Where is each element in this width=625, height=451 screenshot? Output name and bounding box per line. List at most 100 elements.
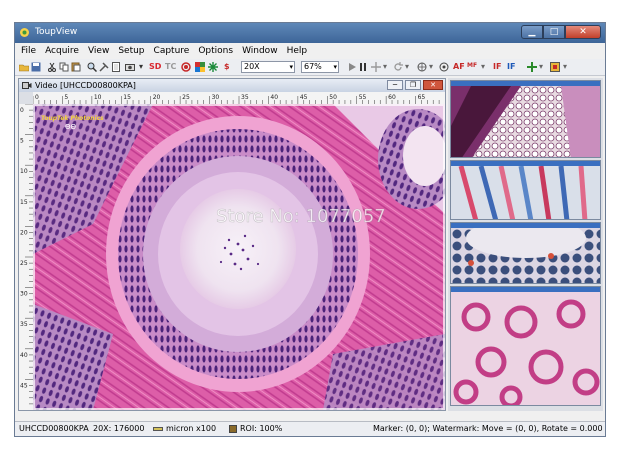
dropdown-arrow-1[interactable]: ▾ [139,62,143,71]
maximize-button[interactable]: □ [543,25,565,39]
ruler-top-label: 35 [241,94,249,101]
video-camera-icon [22,82,32,89]
video-close-button[interactable]: ✕ [423,80,443,90]
dropdown-arrow-7[interactable]: ▾ [563,62,567,71]
pause-icon[interactable] [358,62,368,72]
dropdown-arrow-5[interactable]: ▾ [481,62,485,71]
video-minimize-button[interactable]: ─ [387,80,403,90]
overlay-icon[interactable] [550,62,560,72]
thumbnail-panel [448,78,603,411]
af-button[interactable]: AF [453,62,465,71]
ruler-top-label: 30 [212,94,220,101]
thumbnail-4-image [451,292,600,405]
dropdown-arrow-6[interactable]: ▾ [539,62,543,71]
tc-button[interactable]: TC [165,62,176,71]
record-icon[interactable] [181,62,191,72]
thumbnail-4[interactable] [450,286,601,406]
video-title: Video [UHCCD00800KPA] [35,81,136,90]
status-scale: micron x100 [166,424,217,433]
rotate-icon[interactable] [393,62,403,72]
ruler-top-label: 5 [64,94,68,101]
roi-icon [229,425,237,433]
video-title-bar[interactable]: Video [UHCCD00800KPA] ─ ❐ ✕ [19,79,445,92]
thumbnail-3-image [451,228,600,283]
ruler-top-label: 20 [153,94,161,101]
play-icon[interactable] [347,62,357,72]
title-bar[interactable]: ToupView ▁ □ ✕ [15,23,605,43]
snapshot-icon[interactable] [125,62,135,72]
move-icon[interactable] [371,62,381,72]
target-icon[interactable] [417,62,427,72]
ruler-left-label: 45 [20,382,28,389]
ruler-left-label: 0 [20,107,24,114]
thumbnail-1[interactable] [450,80,601,158]
video-restore-button[interactable]: ❐ [405,80,421,90]
mf-button[interactable]: MF [467,62,477,69]
magnification-select[interactable]: 20X ▾ [241,61,295,73]
zoom-value: 67% [304,62,322,71]
minimize-button[interactable]: ▁ [521,25,543,39]
app-logo-icon [20,28,29,37]
menu-setup[interactable]: Setup [118,46,144,56]
window-title: ToupView [35,27,78,37]
dollar-button[interactable]: $ [224,62,230,71]
thumbnail-2[interactable] [450,160,601,220]
sd-button[interactable]: SD [149,62,161,71]
menu-bar: File Acquire View Setup Capture Options … [15,44,605,58]
measure-icon[interactable] [439,62,449,72]
menu-capture[interactable]: Capture [154,46,190,56]
open-folder-icon[interactable] [19,62,29,72]
ruler-top-label: 15 [123,94,131,101]
microscope-image[interactable]: Store No: 1077057 ToupTek Photonics ΘΘ [33,104,445,410]
ruler-left: 0 5 10 15 20 25 30 35 40 45 [19,104,34,410]
ruler-top-label: 40 [270,94,278,101]
ruler-left-label: 15 [20,199,28,206]
menu-acquire[interactable]: Acquire [45,46,79,56]
ruler-top-ticks: 0 5 10 15 20 25 30 35 40 45 50 55 60 65 [33,94,440,104]
ruler-top-label: 25 [182,94,190,101]
touptek-logo: ToupTek Photonics [41,115,104,122]
magnification-value: 20X [244,62,260,71]
close-button[interactable]: ✕ [565,25,601,39]
ruler-left-label: 40 [20,352,28,359]
menu-options[interactable]: Options [198,46,233,56]
zoom-select[interactable]: 67% ▾ [301,61,339,73]
toolbar: ▾ SD TC $ 20X ▾ 67% ▾ ▾ ▾ ▾ AF MF ▾ IF I… [15,59,605,76]
page-icon[interactable] [111,62,121,72]
ruler-top-label: 55 [359,94,367,101]
ruler-left-label: 5 [20,138,24,145]
zoom-icon[interactable] [87,62,97,72]
status-roi: ROI: 100% [240,424,283,433]
dropdown-arrow-4[interactable]: ▾ [429,62,433,71]
app-window: ToupView ▁ □ ✕ File Acquire View Setup C… [14,22,606,437]
menu-help[interactable]: Help [287,46,308,56]
color-icon[interactable] [195,62,205,72]
menu-file[interactable]: File [21,46,36,56]
if2-button[interactable]: IF [507,62,515,71]
crosshair-icon[interactable] [527,62,537,72]
ruler-top-label: 45 [300,94,308,101]
dropdown-arrow-2[interactable]: ▾ [383,62,387,71]
menu-view[interactable]: View [88,46,109,56]
save-icon[interactable] [31,62,41,72]
tools-icon[interactable] [99,62,109,72]
video-window: Video [UHCCD00800KPA] ─ ❐ ✕ 0 5 10 15 20 25 30… [18,78,446,411]
video-window-controls: ─ ❐ ✕ [385,80,443,90]
cut-icon[interactable] [47,62,57,72]
copy-icon[interactable] [59,62,69,72]
status-marker: Marker: (0, 0); Watermark: Move = (0, 0)… [373,424,603,433]
snowflake-icon[interactable] [208,62,218,72]
scale-bar-icon [153,427,163,431]
tissue-image-svg: Store No: 1077057 ToupTek Photonics ΘΘ [33,104,445,410]
thumbnail-3[interactable] [450,222,601,284]
ruler-left-label: 10 [20,168,28,175]
if-button[interactable]: IF [493,62,501,71]
touptek-logo-sub: ΘΘ [65,123,77,131]
ruler-left-ticks: 0 5 10 15 20 25 30 35 40 45 [20,104,33,405]
status-camera: UHCCD00800KPA [19,424,89,433]
status-bar: UHCCD00800KPA 20X: 176000 micron x100 RO… [15,421,605,436]
ruler-left-label: 30 [20,291,28,298]
paste-icon[interactable] [71,62,81,72]
dropdown-arrow-3[interactable]: ▾ [405,62,409,71]
menu-window[interactable]: Window [242,46,278,56]
